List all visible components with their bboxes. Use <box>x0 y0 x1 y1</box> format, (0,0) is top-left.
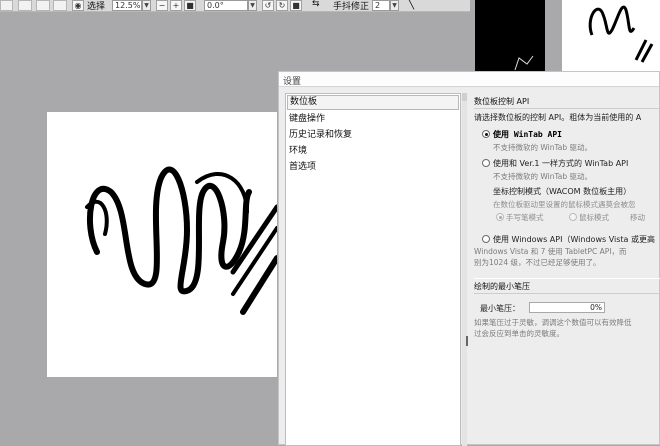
navigator-sketch <box>588 5 654 63</box>
category-list: 数位板 键盘操作 历史记录和恢复 环境 首选项 <box>285 93 461 446</box>
zoom-in-icon[interactable]: + <box>170 0 182 11</box>
zoom-out-icon[interactable]: − <box>156 0 168 11</box>
tablet-api-description: 请选择数位板的控制 API。粗体为当前使用的 A <box>474 113 642 122</box>
tablet-settings-panel: 数位板控制 API 请选择数位板的控制 API。粗体为当前使用的 A 使用 Wi… <box>472 93 660 446</box>
category-history[interactable]: 历史记录和恢复 <box>286 127 460 143</box>
settings-dialog: 设置 数位板 键盘操作 历史记录和恢复 环境 首选项 数位板控制 API 请选择… <box>278 71 660 446</box>
windows-note-2: 别为1024 级，不过已经足够使用了。 <box>474 258 601 267</box>
undo-button[interactable] <box>0 0 13 11</box>
radio-ver1-label[interactable]: 使用和 Ver.1 一样方式的 WinTab API <box>493 158 628 169</box>
rotation-dropdown[interactable]: ▼ <box>248 0 257 11</box>
min-pressure-field[interactable]: 0% <box>529 302 605 313</box>
tool-button-2[interactable] <box>36 0 50 11</box>
navigator-preview-dark <box>475 0 545 72</box>
radio-wintab[interactable] <box>482 130 490 138</box>
canvas-scribble <box>85 166 280 315</box>
zoom-reset-icon[interactable]: ■ <box>184 0 196 11</box>
zoom-field[interactable]: 12.5% <box>112 0 142 11</box>
rotation-field[interactable]: 0.0° <box>204 0 248 11</box>
coord-mode-label: 坐标控制模式（WACOM 数位板主用） <box>493 187 632 196</box>
rotate-right-icon[interactable]: ↻ <box>276 0 288 11</box>
tablet-api-section-title: 数位板控制 API <box>474 97 530 106</box>
drawing-canvas[interactable] <box>47 112 280 377</box>
wintab-note: 不支持微软的 WinTab 驱动。 <box>493 143 593 152</box>
dialog-title: 设置 <box>279 72 659 87</box>
category-scrollbar[interactable] <box>462 93 467 446</box>
splitter-grip[interactable] <box>466 336 468 346</box>
section-divider-light <box>474 278 660 279</box>
stabilizer-dropdown[interactable]: ▼ <box>390 0 399 11</box>
select-label: 选择 <box>87 2 106 12</box>
radio-windows-api[interactable] <box>482 235 490 243</box>
category-keyboard[interactable]: 键盘操作 <box>286 111 460 127</box>
scroll-up-button[interactable] <box>462 93 467 101</box>
pressure-note-2: 过会反应到单击的灵敏度。 <box>474 329 564 338</box>
category-environment[interactable]: 环境 <box>286 143 460 159</box>
windows-note-1: Windows Vista 和 7 使用 TabletPC API，而 <box>474 247 627 256</box>
tool-button-1[interactable] <box>18 0 32 11</box>
rotate-left-icon[interactable]: ↺ <box>262 0 274 11</box>
rotate-reset-icon[interactable]: ■ <box>290 0 302 11</box>
move-mode-label[interactable]: 移动 <box>630 212 645 223</box>
mouse-mode-label[interactable]: 鼠标模式 <box>579 212 609 223</box>
radio-wintab-label[interactable]: 使用 WinTab API <box>493 129 562 140</box>
navigator-preview <box>562 0 660 72</box>
eye-icon[interactable]: ◉ <box>72 0 84 11</box>
min-pressure-label: 最小笔压： <box>480 304 520 313</box>
min-pressure-section-title: 绘制的最小笔压 <box>474 282 530 291</box>
radio-windows-label[interactable]: 使用 Windows API（Windows Vista 或更高 <box>493 234 655 245</box>
section-divider <box>474 108 660 109</box>
zoom-dropdown[interactable]: ▼ <box>142 0 151 11</box>
line-tool-icon[interactable]: ╲ <box>408 0 414 10</box>
category-preferences[interactable]: 首选项 <box>286 159 460 175</box>
radio-mouse-mode[interactable] <box>569 213 577 221</box>
pressure-note-1: 如果笔压过于灵敏，调调这个数值可以有效降低 <box>474 318 632 327</box>
pen-mode-label[interactable]: 手写笔模式 <box>506 212 544 223</box>
navigator-dark-sketch <box>514 55 534 71</box>
section-divider-2 <box>474 293 660 294</box>
radio-ver1-wintab[interactable] <box>482 159 490 167</box>
top-toolbar: ◉ 选择 12.5% ▼ − + ■ 0.0° ▼ ↺ ↻ ■ ⇆ 手抖修正 2… <box>0 0 470 12</box>
navigator-panel <box>470 0 660 72</box>
flip-icon[interactable]: ⇆ <box>312 0 320 9</box>
tool-button-3[interactable] <box>53 0 67 11</box>
ver1-note: 不支持微软的 WinTab 驱动。 <box>493 172 593 181</box>
category-tablet[interactable]: 数位板 <box>287 95 459 110</box>
stabilizer-label: 手抖修正 <box>333 2 370 12</box>
radio-pen-mode[interactable] <box>496 213 504 221</box>
stabilizer-field[interactable]: 2 <box>372 0 390 11</box>
coord-mode-note: 在数位板驱动里设置的鼠标模式遇莫会被忽 <box>493 200 636 209</box>
